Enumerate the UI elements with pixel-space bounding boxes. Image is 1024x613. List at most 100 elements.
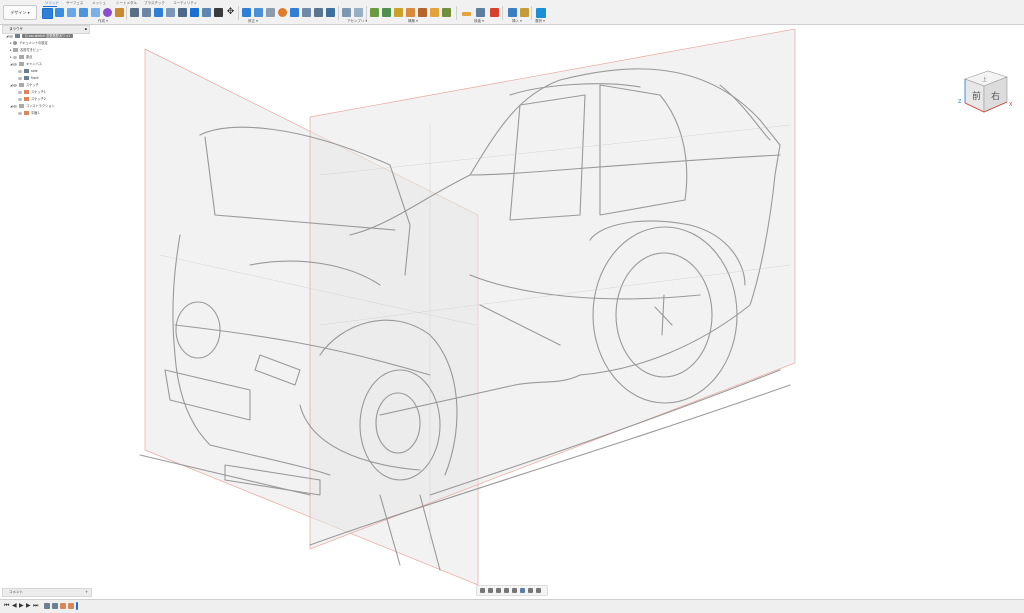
tree-item-construction[interactable]: ◢ コンストラクション: [10, 103, 55, 109]
tab-utilities[interactable]: ユーティリティ: [173, 1, 197, 6]
tree-item-sketches[interactable]: ◢ スケッチ: [10, 82, 39, 88]
group-construct[interactable]: 構築 ▾: [408, 19, 418, 24]
section-analysis-icon[interactable]: [490, 8, 499, 17]
plane-through-points-icon[interactable]: [418, 8, 427, 17]
press-pull-icon[interactable]: [130, 8, 139, 17]
pattern-icon[interactable]: [115, 8, 124, 17]
go-to-end-icon[interactable]: ⏭: [33, 603, 38, 609]
insert-decal-icon[interactable]: [520, 8, 529, 17]
loft-icon[interactable]: [91, 8, 100, 17]
tab-mesh[interactable]: メッシュ: [92, 1, 106, 6]
insert-canvas-icon[interactable]: [508, 8, 517, 17]
plane-along-path-icon[interactable]: [430, 8, 439, 17]
play-icon[interactable]: ▶: [19, 603, 24, 609]
workspace-switcher[interactable]: デザイン ▾: [3, 5, 37, 20]
sweep-icon[interactable]: [79, 8, 88, 17]
tab-plastic[interactable]: プラスチック: [144, 1, 165, 6]
plane-at-angle-icon[interactable]: [354, 8, 363, 17]
tree-item-plane1[interactable]: 平面1: [18, 110, 39, 116]
extrude-icon[interactable]: [55, 8, 64, 17]
timeline-sketch-icon[interactable]: [68, 603, 74, 609]
step-forward-icon[interactable]: ▶: [26, 603, 31, 609]
group-modify[interactable]: 修正 ▾: [248, 19, 258, 24]
axis-icon[interactable]: [382, 8, 391, 17]
visibility-icon[interactable]: [13, 55, 17, 59]
comments-panel[interactable]: コメント +: [2, 588, 92, 597]
display-settings-icon[interactable]: [520, 588, 525, 593]
joint-icon[interactable]: [254, 8, 263, 17]
midplane-icon[interactable]: [370, 8, 379, 17]
tree-item-document-settings[interactable]: ▸ ドキュメントの設定: [10, 40, 48, 46]
timeline-canvas-icon[interactable]: [44, 603, 50, 609]
new-component-icon[interactable]: [242, 8, 251, 17]
visibility-icon[interactable]: [18, 97, 22, 101]
visibility-icon[interactable]: [18, 111, 22, 115]
view-cube[interactable]: 前 右 上 X Z: [955, 65, 1013, 120]
offset-plane-icon[interactable]: [342, 8, 351, 17]
tree-item-origin[interactable]: ▸ 原点: [10, 54, 32, 60]
visibility-icon[interactable]: [18, 76, 22, 80]
add-comment-icon[interactable]: +: [85, 589, 88, 596]
timeline-marker[interactable]: [76, 602, 78, 610]
appearance-icon[interactable]: [278, 8, 287, 17]
tree-item-canvas-front[interactable]: front: [18, 75, 39, 81]
visibility-icon[interactable]: [18, 90, 22, 94]
tree-item-label: スケッチ: [26, 83, 39, 87]
visibility-icon[interactable]: [13, 104, 17, 108]
select-icon[interactable]: [536, 8, 546, 18]
form-icon[interactable]: [103, 8, 112, 17]
folder-icon: [13, 48, 18, 52]
shell-icon[interactable]: [166, 8, 175, 17]
tangent-plane-icon[interactable]: [406, 8, 415, 17]
fit-icon[interactable]: [512, 588, 517, 593]
tab-surface[interactable]: サーフェス: [66, 1, 83, 6]
look-at-icon[interactable]: [488, 588, 493, 593]
tree-item-sketch2[interactable]: スケッチ2: [18, 96, 46, 102]
browser-close-icon[interactable]: ▪: [85, 26, 87, 33]
point-icon[interactable]: [394, 8, 403, 17]
chamfer-icon[interactable]: [154, 8, 163, 17]
align-icon[interactable]: [214, 8, 223, 17]
group-insert[interactable]: 挿入 ▾: [512, 19, 522, 24]
create-sketch-icon[interactable]: [42, 8, 53, 19]
axis-through-cylinder-icon[interactable]: [442, 8, 451, 17]
go-to-start-icon[interactable]: ⏮: [4, 603, 9, 609]
pan-icon[interactable]: [496, 588, 501, 593]
split-body-icon[interactable]: [190, 8, 199, 17]
tree-item-canvas-side[interactable]: side: [18, 68, 38, 74]
zoom-icon[interactable]: [504, 588, 509, 593]
visibility-icon[interactable]: [18, 69, 22, 73]
step-back-icon[interactable]: ◀: [12, 603, 17, 609]
visibility-icon[interactable]: [13, 83, 17, 87]
viewport[interactable]: 前 右 上 X Z: [0, 25, 1024, 599]
tree-item-sketch1[interactable]: スケッチ1: [18, 89, 46, 95]
interference-icon[interactable]: [476, 8, 485, 17]
physical-material-icon[interactable]: [290, 8, 299, 17]
combine-icon[interactable]: [178, 8, 187, 17]
group-create[interactable]: 作成 ▾: [98, 19, 108, 24]
rigid-group-icon[interactable]: [314, 8, 323, 17]
orbit-icon[interactable]: [480, 588, 485, 593]
tree-item-label: side: [31, 69, 38, 73]
move-copy-icon[interactable]: ✥: [226, 8, 235, 17]
tree-item-named-views[interactable]: ▸ 名前付きビュー: [10, 47, 42, 53]
visibility-icon[interactable]: [9, 34, 13, 38]
draft-icon[interactable]: [202, 8, 211, 17]
timeline-sketch-icon[interactable]: [60, 603, 66, 609]
timeline-canvas-icon[interactable]: [52, 603, 58, 609]
tree-item-canvases[interactable]: ◢ キャンバス: [10, 61, 42, 67]
fillet-icon[interactable]: [142, 8, 151, 17]
group-select[interactable]: 選択 ▾: [535, 19, 545, 24]
viewports-icon[interactable]: [536, 588, 541, 593]
revolve-icon[interactable]: [67, 8, 76, 17]
collapse-icon[interactable]: ◂: [10, 26, 12, 33]
tree-item-root[interactable]: ◢ Q-car-sketch 変更履歴あり v1: [6, 33, 74, 39]
joint-origin-icon[interactable]: [302, 8, 311, 17]
as-built-joint-icon[interactable]: [266, 8, 275, 17]
motion-link-icon[interactable]: [326, 8, 335, 17]
grid-snap-icon[interactable]: [528, 588, 533, 593]
group-assemble[interactable]: アセンブリ ▾: [347, 19, 367, 24]
group-inspect[interactable]: 検査 ▾: [474, 19, 484, 24]
measure-icon[interactable]: [462, 12, 471, 16]
visibility-icon[interactable]: [13, 62, 17, 66]
